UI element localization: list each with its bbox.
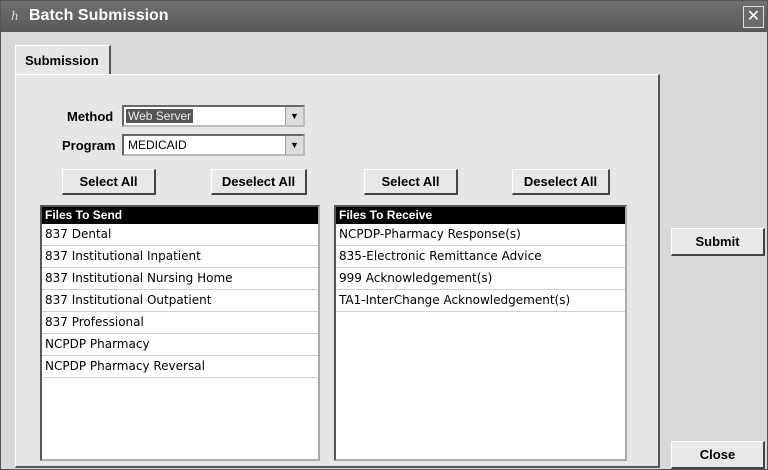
files-to-receive-header: Files To Receive bbox=[336, 207, 625, 224]
list-item[interactable]: NCPDP Pharmacy Reversal bbox=[42, 356, 318, 378]
chevron-down-icon[interactable]: ▼ bbox=[285, 107, 303, 125]
list-item[interactable]: 837 Professional bbox=[42, 312, 318, 334]
files-to-send-list[interactable]: Files To Send 837 Dental 837 Institution… bbox=[40, 205, 320, 461]
submit-button[interactable]: Submit bbox=[671, 228, 765, 256]
window-title: Batch Submission bbox=[29, 7, 169, 24]
batch-submission-window: ℎ Batch Submission ✕ Submission Method W… bbox=[0, 0, 768, 470]
method-label: Method bbox=[67, 109, 114, 124]
close-icon[interactable]: ✕ bbox=[743, 6, 764, 28]
method-value: Web Server bbox=[126, 109, 194, 123]
list-item[interactable]: 837 Institutional Nursing Home bbox=[42, 268, 318, 290]
receive-deselect-all-button[interactable]: Deselect All bbox=[512, 169, 610, 195]
list-item[interactable]: TA1-InterChange Acknowledgement(s) bbox=[336, 290, 625, 312]
list-item[interactable]: 999 Acknowledgement(s) bbox=[336, 268, 625, 290]
program-select[interactable]: MEDICAID ▼ bbox=[122, 134, 305, 156]
submission-panel: Method Web Server ▼ Program MEDICAID ▼ S… bbox=[15, 74, 660, 468]
chevron-down-icon[interactable]: ▼ bbox=[285, 136, 303, 154]
files-to-send-header: Files To Send bbox=[42, 207, 318, 224]
send-deselect-all-button[interactable]: Deselect All bbox=[211, 169, 307, 195]
app-icon: ℎ bbox=[11, 9, 19, 23]
program-label: Program bbox=[62, 138, 116, 153]
list-item[interactable]: 835-Electronic Remittance Advice bbox=[336, 246, 625, 268]
send-select-all-button[interactable]: Select All bbox=[62, 169, 156, 195]
program-value: MEDICAID bbox=[128, 138, 187, 152]
list-item[interactable]: 837 Dental bbox=[42, 224, 318, 246]
list-item[interactable]: 837 Institutional Outpatient bbox=[42, 290, 318, 312]
list-item[interactable]: NCPDP Pharmacy bbox=[42, 334, 318, 356]
list-item[interactable]: NCPDP-Pharmacy Response(s) bbox=[336, 224, 625, 246]
title-bar[interactable]: ℎ Batch Submission ✕ bbox=[1, 1, 767, 32]
receive-select-all-button[interactable]: Select All bbox=[364, 169, 458, 195]
tab-submission[interactable]: Submission bbox=[15, 45, 111, 75]
list-item[interactable]: 837 Institutional Inpatient bbox=[42, 246, 318, 268]
close-button[interactable]: Close bbox=[671, 441, 765, 469]
files-to-receive-list[interactable]: Files To Receive NCPDP-Pharmacy Response… bbox=[334, 205, 627, 461]
method-select[interactable]: Web Server ▼ bbox=[122, 105, 305, 127]
